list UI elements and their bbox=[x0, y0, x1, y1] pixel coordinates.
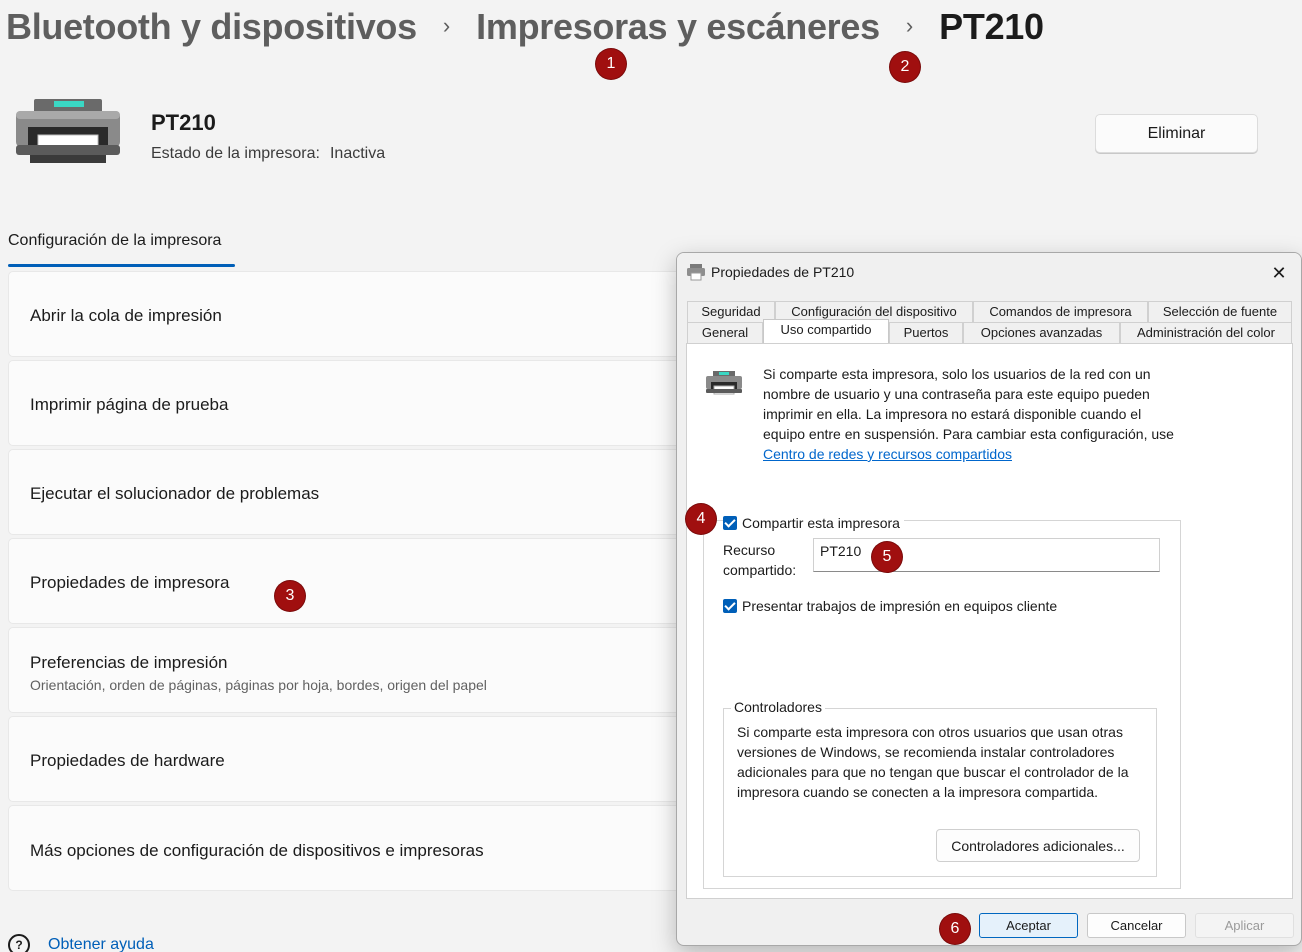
tab-underline bbox=[8, 264, 235, 267]
dialog-title: Propiedades de PT210 bbox=[711, 264, 855, 280]
settings-item-printer-properties[interactable]: Propiedades de impresora bbox=[8, 538, 728, 624]
drivers-description: Si comparte esta impresora con otros usu… bbox=[737, 724, 1129, 800]
help-link[interactable]: Obtener ayuda bbox=[48, 936, 154, 952]
ok-button[interactable]: Aceptar bbox=[979, 913, 1078, 938]
annotation-marker: 2 bbox=[890, 52, 920, 82]
settings-item-label: Propiedades de impresora bbox=[30, 573, 230, 592]
settings-item-label: Abrir la cola de impresión bbox=[30, 306, 222, 325]
chevron-right-icon: › bbox=[905, 13, 914, 38]
tab-general[interactable]: General bbox=[687, 322, 763, 343]
breadcrumb-bluetooth[interactable]: Bluetooth y dispositivos bbox=[6, 6, 417, 48]
tab-printer-settings[interactable]: Configuración de la impresora bbox=[8, 232, 221, 250]
share-printer-checkbox-row[interactable]: Compartir esta impresora bbox=[723, 514, 904, 532]
additional-drivers-button[interactable]: Controladores adicionales... bbox=[936, 829, 1140, 862]
share-printer-label: Compartir esta impresora bbox=[742, 515, 900, 532]
sharing-panel: Si comparte esta impresora, solo los usu… bbox=[686, 343, 1293, 899]
annotation-marker: 1 bbox=[596, 49, 626, 79]
settings-item-test-page[interactable]: Imprimir página de prueba bbox=[8, 360, 728, 446]
annotation-marker: 6 bbox=[940, 914, 970, 944]
printer-icon bbox=[687, 264, 705, 281]
settings-item-label: Preferencias de impresión bbox=[30, 653, 228, 672]
share-name-input[interactable]: PT210 bbox=[813, 538, 1160, 572]
apply-button[interactable]: Aplicar bbox=[1195, 913, 1294, 938]
sharing-info-text: Si comparte esta impresora, solo los usu… bbox=[763, 364, 1183, 464]
share-name-label-line1: Recurso bbox=[723, 542, 776, 558]
annotation-marker: 3 bbox=[275, 581, 305, 611]
device-name: PT210 bbox=[151, 110, 216, 135]
breadcrumb-current: PT210 bbox=[939, 6, 1044, 47]
printer-icon bbox=[16, 99, 120, 163]
help-icon: ? bbox=[8, 934, 30, 952]
tab-advanced[interactable]: Opciones avanzadas bbox=[963, 322, 1120, 343]
close-icon[interactable]: ✕ bbox=[1267, 261, 1291, 285]
breadcrumb-printers[interactable]: Impresoras y escáneres bbox=[476, 6, 880, 48]
remove-device-button[interactable]: Eliminar bbox=[1095, 114, 1258, 153]
settings-item-label: Ejecutar el solucionador de problemas bbox=[30, 484, 320, 503]
tab-font-selection[interactable]: Selección de fuente bbox=[1148, 301, 1292, 322]
dialog-titlebar[interactable]: Propiedades de PT210 ✕ bbox=[677, 253, 1301, 291]
annotation-marker: 4 bbox=[686, 504, 716, 534]
settings-item-open-queue[interactable]: Abrir la cola de impresión bbox=[8, 271, 728, 357]
tab-printer-commands[interactable]: Comandos de impresora bbox=[973, 301, 1148, 322]
tab-sharing[interactable]: Uso compartido bbox=[763, 319, 889, 343]
settings-item-label: Imprimir página de prueba bbox=[30, 395, 229, 414]
settings-item-label: Propiedades de hardware bbox=[30, 751, 225, 770]
render-jobs-checkbox-row[interactable]: Presentar trabajos de impresión en equip… bbox=[723, 597, 1062, 615]
tab-ports[interactable]: Puertos bbox=[889, 322, 963, 343]
render-jobs-checkbox[interactable] bbox=[723, 599, 737, 614]
settings-item-print-preferences[interactable]: Preferencias de impresión Orientación, o… bbox=[8, 627, 728, 713]
status-value: Inactiva bbox=[329, 145, 386, 162]
render-jobs-label: Presentar trabajos de impresión en equip… bbox=[742, 598, 1058, 615]
settings-item-description: Orientación, orden de páginas, páginas p… bbox=[30, 677, 487, 693]
tab-color-management[interactable]: Administración del color bbox=[1120, 322, 1292, 343]
share-printer-checkbox[interactable] bbox=[723, 516, 737, 531]
breadcrumb: Bluetooth y dispositivos › Impresoras y … bbox=[6, 6, 1044, 48]
device-status: Estado de la impresora: Inactiva bbox=[151, 145, 385, 163]
share-name-label-line2: compartido: bbox=[723, 562, 797, 578]
drivers-legend: Controladores bbox=[731, 699, 825, 715]
help-link-row[interactable]: ? Obtener ayuda bbox=[8, 934, 154, 952]
printer-properties-dialog: Propiedades de PT210 ✕ Seguridad Configu… bbox=[676, 252, 1302, 946]
settings-item-hardware-properties[interactable]: Propiedades de hardware bbox=[8, 716, 728, 802]
chevron-right-icon: › bbox=[442, 13, 451, 38]
share-name-label: Recurso compartido: bbox=[723, 540, 796, 580]
status-label: Estado de la impresora: bbox=[151, 145, 320, 162]
settings-item-label: Más opciones de configuración de disposi… bbox=[30, 841, 484, 860]
annotation-marker: 5 bbox=[872, 542, 902, 572]
settings-item-troubleshooter[interactable]: Ejecutar el solucionador de problemas bbox=[8, 449, 728, 535]
sharing-info-body: Si comparte esta impresora, solo los usu… bbox=[763, 366, 1174, 442]
network-center-link[interactable]: Centro de redes y recursos compartidos bbox=[763, 446, 1012, 462]
tab-security[interactable]: Seguridad bbox=[687, 301, 775, 322]
settings-item-more-options[interactable]: Más opciones de configuración de disposi… bbox=[8, 805, 728, 891]
cancel-button[interactable]: Cancelar bbox=[1087, 913, 1186, 938]
printer-icon bbox=[706, 371, 742, 395]
